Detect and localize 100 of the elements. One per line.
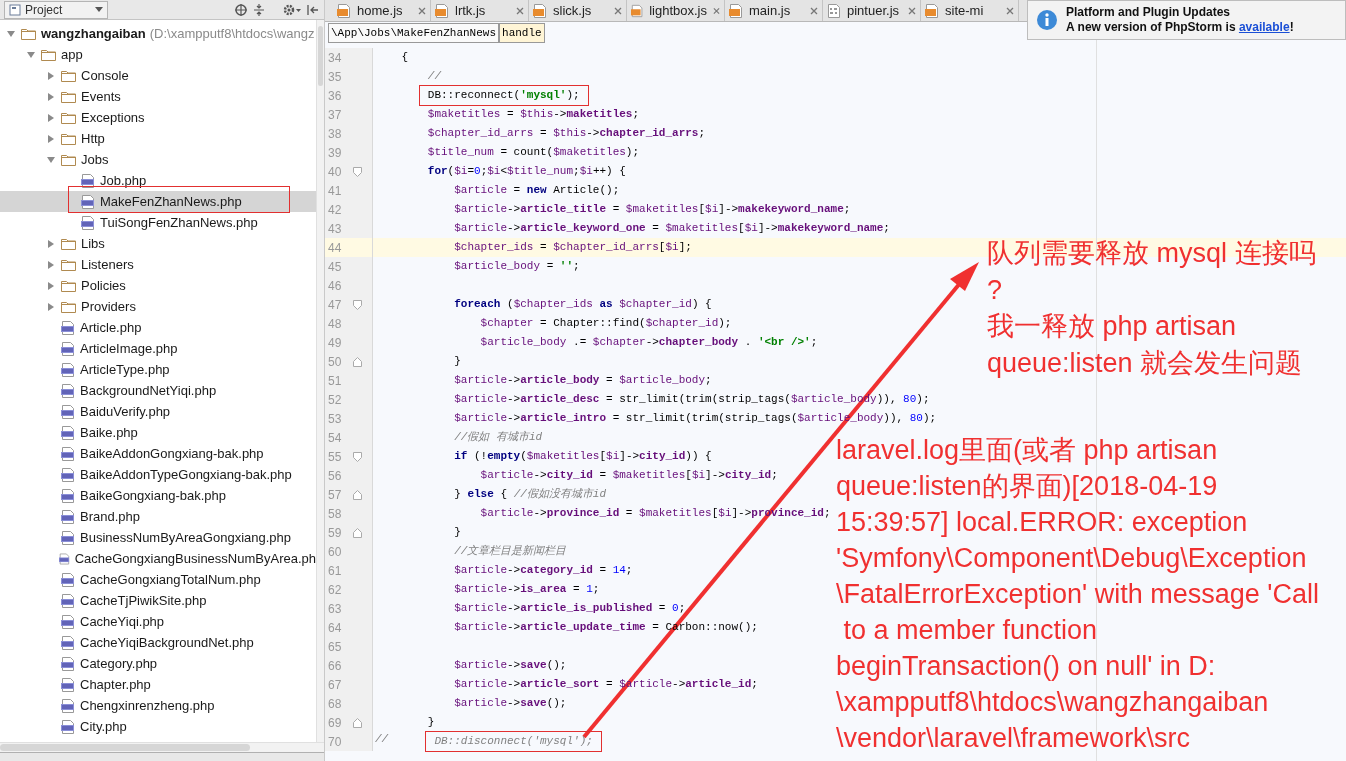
tree-item[interactable]: CacheYiqi.php bbox=[0, 611, 316, 632]
tree-item[interactable]: Brand.php bbox=[0, 506, 316, 527]
editor-tab[interactable]: lrtk.js bbox=[431, 0, 529, 21]
expanded-arrow-icon[interactable] bbox=[46, 154, 56, 165]
code-line: $article->save(); bbox=[454, 696, 567, 712]
tree-item[interactable]: Jobs bbox=[0, 149, 316, 170]
editor-tab[interactable]: lightbox.js bbox=[627, 0, 725, 21]
close-icon[interactable] bbox=[614, 6, 622, 15]
editor-tab[interactable]: pintuer.js bbox=[823, 0, 921, 21]
tree-item[interactable]: CacheTjPiwikSite.php bbox=[0, 590, 316, 611]
locate-icon[interactable] bbox=[234, 2, 248, 17]
line-number: 66 bbox=[327, 657, 343, 675]
tree-item[interactable]: Article.php bbox=[0, 317, 316, 338]
tree-item[interactable]: BusinessNumByAreaGongxiang.php bbox=[0, 527, 316, 548]
tree-item[interactable]: City.php bbox=[0, 716, 316, 737]
close-icon[interactable] bbox=[1006, 6, 1014, 15]
line-number: 60 bbox=[327, 543, 343, 561]
line-number: 45 bbox=[327, 258, 343, 276]
editor-tab[interactable]: slick.js bbox=[529, 0, 627, 21]
tree-item[interactable]: Listeners bbox=[0, 254, 316, 275]
close-icon[interactable] bbox=[908, 6, 916, 15]
code-line: $title_num = count($maketitles); bbox=[427, 145, 640, 161]
tree-item[interactable]: BaikeGongxiang-bak.php bbox=[0, 485, 316, 506]
collapsed-arrow-icon[interactable] bbox=[46, 259, 56, 270]
tree-item[interactable]: TuiSongFenZhanNews.php bbox=[0, 212, 316, 233]
tree-item[interactable]: BaikeAddonTypeGongxiang-bak.php bbox=[0, 464, 316, 485]
editor-tab[interactable]: home.js bbox=[333, 0, 431, 21]
code-line: // bbox=[375, 732, 389, 747]
php-file-icon bbox=[61, 530, 75, 545]
expanded-arrow-icon[interactable] bbox=[26, 49, 36, 60]
tree-item[interactable]: Baike.php bbox=[0, 422, 316, 443]
collapsed-arrow-icon[interactable] bbox=[46, 112, 56, 123]
tree-item[interactable]: Exceptions bbox=[0, 107, 316, 128]
fold-marker-icon[interactable] bbox=[353, 166, 362, 177]
fold-marker-icon[interactable] bbox=[353, 527, 362, 538]
update-link[interactable]: available bbox=[1238, 20, 1290, 34]
php-file-icon bbox=[61, 635, 75, 650]
tree-item[interactable]: Policies bbox=[0, 275, 316, 296]
close-icon[interactable] bbox=[810, 6, 818, 15]
fold-marker-icon[interactable] bbox=[353, 489, 362, 500]
collapsed-arrow-icon[interactable] bbox=[46, 91, 56, 102]
code-line: $article_body .= $chapter->chapter_body . '<br />'; bbox=[480, 335, 818, 351]
close-icon[interactable] bbox=[516, 6, 524, 15]
editor-tab[interactable]: site-mi bbox=[921, 0, 1019, 21]
tree-item[interactable]: Chapter.php bbox=[0, 674, 316, 695]
php-file-icon bbox=[61, 467, 75, 482]
collapsed-arrow-icon[interactable] bbox=[46, 280, 56, 291]
tree-item[interactable]: BackgroundNetYiqi.php bbox=[0, 380, 316, 401]
breadcrumb-item[interactable]: handle bbox=[499, 23, 545, 43]
tree-item[interactable]: Category.php bbox=[0, 653, 316, 674]
tree-item[interactable]: ArticleImage.php bbox=[0, 338, 316, 359]
code-line: } bbox=[454, 525, 461, 541]
fold-marker-icon[interactable] bbox=[353, 451, 362, 462]
collapsed-arrow-icon[interactable] bbox=[46, 133, 56, 144]
js-file-icon bbox=[631, 3, 644, 18]
project-path: (D:\xampputf8\htdocs\wangz bbox=[149, 24, 315, 43]
collapse-icon[interactable] bbox=[252, 2, 266, 17]
project-view-dropdown[interactable]: Project bbox=[4, 0, 108, 19]
code-line: $article->article_keyword_one = $maketitles[$i]->makekeyword_name; bbox=[454, 221, 890, 237]
vertical-scrollbar[interactable] bbox=[316, 20, 324, 742]
tree-item[interactable]: Chengxinrenzheng.php bbox=[0, 695, 316, 716]
php-file-icon bbox=[61, 425, 75, 440]
collapsed-arrow-icon[interactable] bbox=[46, 70, 56, 81]
collapsed-arrow-icon[interactable] bbox=[46, 238, 56, 249]
tree-item[interactable]: Providers bbox=[0, 296, 316, 317]
tree-item[interactable]: Events bbox=[0, 86, 316, 107]
tree-item[interactable]: app bbox=[0, 44, 316, 65]
tree-item[interactable]: Console bbox=[0, 65, 316, 86]
close-icon[interactable] bbox=[713, 6, 720, 15]
annotation-text: 队列需要释放 mysql 连接吗 ? 我一释放 php artisan queue:listen 就会发生问题 bbox=[987, 237, 1316, 380]
code-line: $chapter_ids = $chapter_id_arrs[$i]; bbox=[454, 240, 692, 256]
close-icon[interactable] bbox=[418, 6, 426, 15]
editor-tab[interactable]: main.js bbox=[725, 0, 823, 21]
tree-item[interactable]: Libs bbox=[0, 233, 316, 254]
collapsed-arrow-icon[interactable] bbox=[46, 301, 56, 312]
fold-marker-icon[interactable] bbox=[353, 717, 362, 728]
line-number: 38 bbox=[327, 125, 343, 143]
tree-item[interactable]: ArticleType.php bbox=[0, 359, 316, 380]
code-line: //假如 有城市id bbox=[454, 430, 543, 446]
line-number: 55 bbox=[327, 448, 343, 466]
settings-icon[interactable] bbox=[282, 2, 302, 17]
tree-item[interactable]: CacheGongxiangBusinessNumByArea.ph bbox=[0, 548, 316, 569]
fold-marker-icon[interactable] bbox=[353, 356, 362, 367]
line-number: 61 bbox=[327, 562, 343, 580]
tree-item[interactable]: Http bbox=[0, 128, 316, 149]
tree-item[interactable]: MakeFenZhanNews.php bbox=[0, 191, 316, 212]
folder-icon bbox=[61, 111, 76, 124]
php-file-icon bbox=[58, 551, 70, 566]
tree-item[interactable]: BaiduVerify.php bbox=[0, 401, 316, 422]
horizontal-scrollbar[interactable] bbox=[0, 742, 324, 752]
tree-item[interactable]: CacheGongxiangTotalNum.php bbox=[0, 569, 316, 590]
line-number: 37 bbox=[327, 106, 343, 124]
tree-item[interactable]: Job.php bbox=[0, 170, 316, 191]
hide-panel-icon[interactable] bbox=[306, 2, 320, 17]
breadcrumb-item[interactable]: \App\Jobs\MakeFenZhanNews bbox=[328, 23, 500, 43]
expanded-arrow-icon[interactable] bbox=[6, 28, 16, 39]
line-number: 56 bbox=[327, 467, 343, 485]
tree-item[interactable]: CacheYiqiBackgroundNet.php bbox=[0, 632, 316, 653]
fold-marker-icon[interactable] bbox=[353, 299, 362, 310]
tree-item[interactable]: BaikeAddonGongxiang-bak.php bbox=[0, 443, 316, 464]
